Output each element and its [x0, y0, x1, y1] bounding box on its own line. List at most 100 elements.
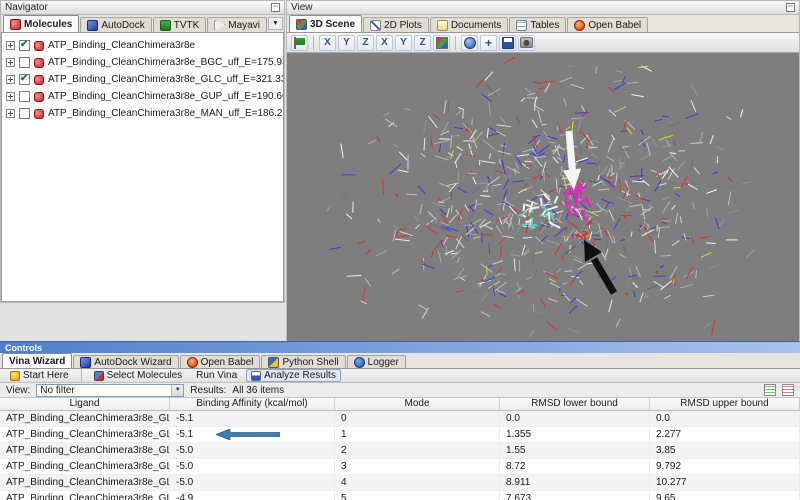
- tab-autodock-wizard[interactable]: AutoDock Wizard: [73, 355, 178, 368]
- tab-logger[interactable]: Logger: [347, 355, 406, 368]
- open-babel-tab-icon: [187, 357, 198, 368]
- run-vina-button[interactable]: Run Vina: [191, 369, 242, 382]
- axis-z-neg-button[interactable]: Z: [414, 35, 431, 51]
- expander-icon[interactable]: [6, 41, 15, 50]
- axis-x-neg-button[interactable]: X: [376, 35, 393, 51]
- tab-tvtk[interactable]: TVTK: [153, 17, 207, 32]
- expander-icon[interactable]: [6, 92, 15, 101]
- table-row[interactable]: ATP_Binding_CleanChimera3r8e_GLC_uff_E=……: [0, 427, 800, 443]
- cell-mode: 1: [335, 427, 500, 442]
- column-header-mode[interactable]: Mode: [335, 398, 500, 411]
- center-view-button[interactable]: +: [480, 35, 497, 51]
- molecule-checkbox[interactable]: [19, 57, 30, 68]
- molecule-checkbox[interactable]: [19, 74, 30, 85]
- molecule-checkbox[interactable]: [19, 91, 30, 102]
- tab-tables[interactable]: Tables: [509, 17, 566, 32]
- tree-item-molecule[interactable]: ATP_Binding_CleanChimera3r8e_GUP_uff_E=1…: [2, 88, 283, 105]
- axis-y-neg-button[interactable]: Y: [395, 35, 412, 51]
- tab-3d-scene[interactable]: 3D Scene: [289, 15, 362, 32]
- tab-label: 2D Plots: [384, 20, 422, 31]
- cell-rmsd-lower: 1.55: [500, 443, 650, 458]
- fullscreen-button[interactable]: [461, 35, 478, 51]
- column-header-rmsd-upper[interactable]: RMSD upper bound: [650, 398, 800, 411]
- expander-icon[interactable]: [6, 58, 15, 67]
- cell-mode: 0: [335, 411, 500, 426]
- axis-x-label: X: [324, 37, 331, 48]
- axis-y-label: Y: [400, 37, 407, 48]
- tab-open-babel[interactable]: Open Babel: [567, 17, 648, 32]
- tab-2d-plots[interactable]: 2D Plots: [363, 17, 429, 32]
- chevron-down-icon[interactable]: ▼: [171, 385, 183, 396]
- tab-autodock[interactable]: AutoDock: [80, 17, 151, 32]
- crosshair-icon: +: [485, 38, 492, 48]
- axis-x-button[interactable]: X: [319, 35, 336, 51]
- tab-python-shell[interactable]: Python Shell: [261, 355, 345, 368]
- cell-rmsd-upper: 9.65: [650, 491, 800, 500]
- save-scene-button[interactable]: [499, 35, 516, 51]
- cell-ligand: ATP_Binding_CleanChimera3r8e_GLC_uff_E=…: [0, 411, 170, 426]
- axis-y-button[interactable]: Y: [338, 35, 355, 51]
- view-panel: View 3D Scene 2D Plots Documents Tables …: [286, 0, 800, 340]
- molecule-icon: [34, 92, 44, 102]
- button-label: Select Molecules: [107, 370, 183, 381]
- isometric-view-button[interactable]: [433, 35, 450, 51]
- analyze-results-button[interactable]: Analyze Results: [246, 369, 341, 382]
- expander-icon[interactable]: [6, 75, 15, 84]
- remove-table-icon[interactable]: [782, 384, 794, 396]
- molecule-label: ATP_Binding_CleanChimera3r8e_BGC_uff_E=1…: [48, 57, 283, 68]
- filter-select[interactable]: No filter ▼: [36, 384, 184, 397]
- molecule-viewport[interactable]: [287, 53, 799, 341]
- affinity-value: -5.1: [176, 429, 193, 440]
- tab-mayavi[interactable]: Mayavi: [207, 17, 267, 32]
- tab-vina-wizard[interactable]: Vina Wizard: [2, 353, 72, 368]
- view-title: View: [291, 2, 313, 13]
- view-tabs: 3D Scene 2D Plots Documents Tables Open …: [287, 15, 799, 33]
- dock-icon[interactable]: [786, 3, 795, 12]
- tab-open-babel-controls[interactable]: Open Babel: [180, 355, 261, 368]
- tree-item-molecule[interactable]: ATP_Binding_CleanChimera3r8e: [2, 37, 283, 54]
- tab-overflow-button[interactable]: ▼: [268, 17, 283, 30]
- export-table-icon[interactable]: [764, 384, 776, 396]
- cell-ligand: ATP_Binding_CleanChimera3r8e_GLC_uff_E=…: [0, 459, 170, 474]
- scene-3d-tab-icon: [296, 19, 307, 30]
- view-titlebar: View: [287, 1, 799, 15]
- dock-icon[interactable]: [271, 3, 280, 12]
- tab-label: Python Shell: [282, 357, 338, 368]
- table-row[interactable]: ATP_Binding_CleanChimera3r8e_GLC_uff_E=……: [0, 459, 800, 475]
- tree-item-molecule[interactable]: ATP_Binding_CleanChimera3r8e_GLC_uff_E=3…: [2, 71, 283, 88]
- molecule-checkbox[interactable]: [19, 108, 30, 119]
- column-header-rmsd-lower[interactable]: RMSD lower bound: [500, 398, 650, 411]
- snapshot-button[interactable]: [518, 35, 535, 51]
- navigator-titlebar: Navigator: [1, 1, 284, 15]
- filter-value: No filter: [40, 385, 74, 396]
- table-row[interactable]: ATP_Binding_CleanChimera3r8e_GLC_uff_E=……: [0, 411, 800, 427]
- table-row[interactable]: ATP_Binding_CleanChimera3r8e_GLC_uff_E=……: [0, 443, 800, 459]
- molecule-label: ATP_Binding_CleanChimera3r8e: [48, 40, 195, 51]
- tree-item-molecule[interactable]: ATP_Binding_CleanChimera3r8e_BGC_uff_E=1…: [2, 54, 283, 71]
- button-label: Analyze Results: [264, 370, 336, 381]
- select-molecules-button[interactable]: Select Molecules: [89, 369, 188, 382]
- tab-documents[interactable]: Documents: [430, 17, 509, 32]
- tab-label: Logger: [368, 357, 399, 368]
- sphere-icon: [464, 37, 476, 49]
- molecule-checkbox[interactable]: [19, 40, 30, 51]
- column-header-ligand[interactable]: Ligand: [0, 398, 170, 411]
- expander-icon[interactable]: [6, 109, 15, 118]
- molecule-tree[interactable]: ATP_Binding_CleanChimera3r8e ATP_Binding…: [1, 33, 284, 302]
- cell-rmsd-lower: 7.673: [500, 491, 650, 500]
- tab-molecules[interactable]: Molecules: [3, 15, 79, 32]
- tree-item-molecule[interactable]: ATP_Binding_CleanChimera3r8e_MAN_uff_E=1…: [2, 105, 283, 122]
- tab-label: TVTK: [174, 20, 200, 31]
- tables-tab-icon: [516, 20, 527, 31]
- pointer-flag-button[interactable]: [291, 35, 308, 51]
- table-row[interactable]: ATP_Binding_CleanChimera3r8e_GLC_uff_E=……: [0, 475, 800, 491]
- cell-mode: 2: [335, 443, 500, 458]
- open-babel-tab-icon: [574, 20, 585, 31]
- axis-z-button[interactable]: Z: [357, 35, 374, 51]
- tab-label: Open Babel: [588, 20, 641, 31]
- plots-2d-tab-icon: [370, 20, 381, 31]
- cell-rmsd-lower: 8.72: [500, 459, 650, 474]
- column-header-affinity[interactable]: Binding Affinity (kcal/mol): [170, 398, 335, 411]
- table-row[interactable]: ATP_Binding_CleanChimera3r8e_GLC_uff_E=……: [0, 491, 800, 500]
- start-here-button[interactable]: Start Here: [5, 369, 74, 382]
